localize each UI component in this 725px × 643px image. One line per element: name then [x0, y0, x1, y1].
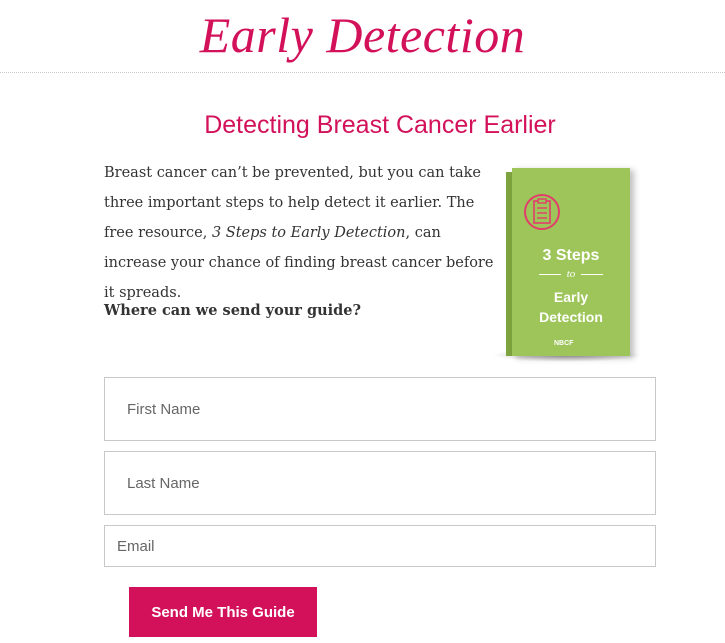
site-title: Early Detection: [199, 7, 526, 63]
form-prompt: Where can we send your guide?: [104, 302, 362, 319]
book-title-steps: 3 Steps: [542, 247, 600, 264]
guide-book-image: 3 Steps to Early Detection NBCF: [492, 168, 652, 368]
site-header: Early Detection: [0, 0, 725, 73]
first-name-field[interactable]: [104, 377, 656, 441]
book-title-early: Early: [553, 289, 589, 305]
email-field[interactable]: [104, 525, 656, 567]
last-name-field[interactable]: [104, 451, 656, 515]
book-title-detection: Detection: [539, 309, 603, 325]
section-heading: Detecting Breast Cancer Earlier: [204, 111, 556, 139]
book-publisher-logo: NBCF: [554, 340, 574, 347]
intro-paragraph: Breast cancer can’t be prevented, but yo…: [104, 158, 504, 308]
checklist-icon: [524, 194, 560, 230]
send-guide-button[interactable]: Send Me This Guide: [129, 587, 317, 637]
book-title-to: to: [512, 268, 630, 280]
intro-guide-title: 3 Steps to Early Detection: [211, 225, 406, 241]
